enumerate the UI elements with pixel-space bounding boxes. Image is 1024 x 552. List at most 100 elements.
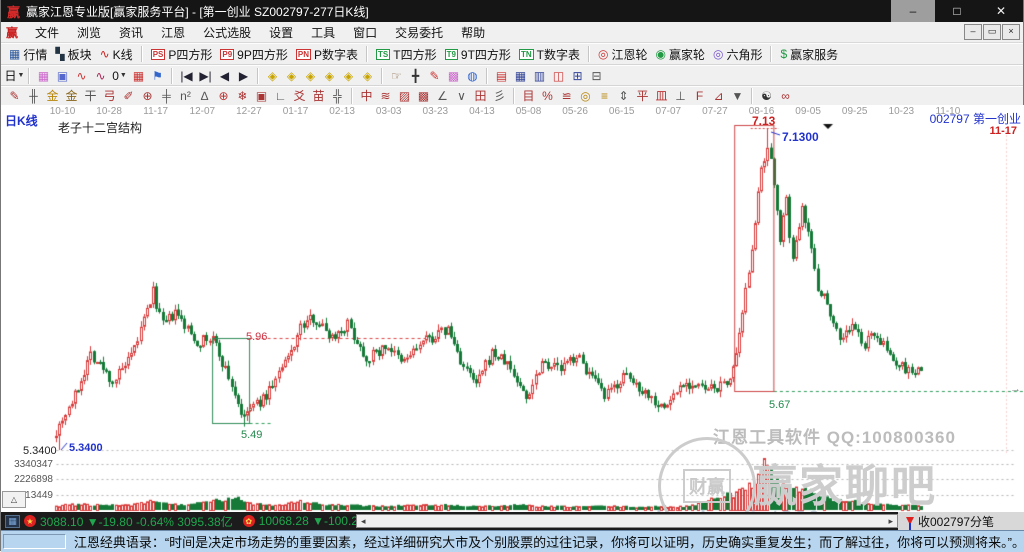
perpendicular-tool[interactable]: ⊥ xyxy=(671,88,690,105)
red-grid-tool[interactable]: ▦ xyxy=(129,67,148,84)
p-square-button[interactable]: PSP四方形 xyxy=(147,45,217,63)
shanghai-index-quote[interactable]: 3088.10 ▼-19.80 -0.64% 3095.38亿 xyxy=(40,513,233,530)
t-line-tool[interactable]: 干 xyxy=(81,88,100,105)
menu-item-2[interactable]: 浏览 xyxy=(68,22,110,42)
p-number-table-button[interactable]: PNP数字表 xyxy=(292,45,362,63)
menu-item-8[interactable]: 窗口 xyxy=(344,22,386,42)
time-circle-tool[interactable]: ⊕ xyxy=(138,88,157,105)
t-square-button[interactable]: TST四方形 xyxy=(372,45,441,63)
lines-tool[interactable]: 彡 xyxy=(490,88,509,105)
plate-tool[interactable]: 皿 xyxy=(652,88,671,105)
infinity-tool[interactable]: ∞ xyxy=(776,88,795,105)
kline-mark-down-tool[interactable]: ∿ xyxy=(91,67,110,84)
gann-diamond-tool-2[interactable]: ◈ xyxy=(282,67,301,84)
golden-stack-tool-2[interactable]: 金 xyxy=(62,88,81,105)
mdi-close-button[interactable]: × xyxy=(1002,24,1020,40)
calendar-icon[interactable]: ▤ xyxy=(492,67,511,84)
window-minimize-button[interactable]: – xyxy=(891,0,935,22)
marker-tool[interactable]: ✎ xyxy=(425,67,444,84)
measure-tool[interactable]: ╫ xyxy=(24,88,43,105)
p9-square-button[interactable]: P99P四方形 xyxy=(216,45,291,63)
bracket-tool[interactable]: ╬ xyxy=(328,88,347,105)
quote-grid-icon[interactable]: ▦ xyxy=(5,515,20,528)
web-tool[interactable]: ▩ xyxy=(444,67,463,84)
gann-fan-tool[interactable]: ∠ xyxy=(433,88,452,105)
menu-item-6[interactable]: 设置 xyxy=(260,22,302,42)
balance-tool[interactable]: 平 xyxy=(633,88,652,105)
target-tool[interactable]: ⊕ xyxy=(214,88,233,105)
menu-item-9[interactable]: 交易委托 xyxy=(386,22,452,42)
gann-diamond-tool-3[interactable]: ◈ xyxy=(301,67,320,84)
gann-diamond-tool-6[interactable]: ◈ xyxy=(358,67,377,84)
t-number-table-button[interactable]: TNT数字表 xyxy=(515,45,584,63)
pattern-window-tool[interactable]: ▦ xyxy=(34,67,53,84)
menu-item-10[interactable]: 帮助 xyxy=(452,22,494,42)
winner-service-button[interactable]: $赢家服务 xyxy=(776,45,842,63)
scrollbar-left-arrow[interactable]: ◂ xyxy=(357,516,370,527)
nav-first-button[interactable]: |◀ xyxy=(177,67,196,84)
chart-horizontal-scrollbar[interactable]: ◂ ▸ xyxy=(356,514,898,528)
kline-mark-up-tool[interactable]: ∿ xyxy=(72,67,91,84)
nav-last-button[interactable]: ▶| xyxy=(196,67,215,84)
gann-diamond-tool-4[interactable]: ◈ xyxy=(320,67,339,84)
circle-tool[interactable]: ◍ xyxy=(463,67,482,84)
flag-tool[interactable]: ⚑ xyxy=(148,67,167,84)
hatch-tool[interactable]: ▨ xyxy=(395,88,414,105)
pen2-tool[interactable]: ✐ xyxy=(119,88,138,105)
menu-item-1[interactable]: 文件 xyxy=(26,22,68,42)
mesh-tool[interactable]: ▩ xyxy=(414,88,433,105)
hand-tool[interactable]: ☞ xyxy=(387,67,406,84)
angle-tool[interactable]: ∆ xyxy=(195,88,214,105)
zigzag-tool[interactable]: ∨ xyxy=(452,88,471,105)
hexagon-button[interactable]: ◎六角形 xyxy=(709,45,767,63)
nav-next-button[interactable]: ▶ xyxy=(234,67,253,84)
grid2-tool[interactable]: ╪ xyxy=(157,88,176,105)
percent-tool[interactable]: % xyxy=(538,88,557,105)
center-tool[interactable]: 中 xyxy=(357,88,376,105)
menu-item-5[interactable]: 公式选股 xyxy=(194,22,260,42)
scrollbar-right-arrow[interactable]: ▸ xyxy=(884,516,897,527)
star-tool[interactable]: ❄ xyxy=(233,88,252,105)
levels-tool[interactable]: ≡ xyxy=(595,88,614,105)
pane-collapse-button[interactable]: △ xyxy=(2,491,26,508)
period-selector[interactable]: 日▼ xyxy=(5,67,24,84)
gann-diamond-tool-5[interactable]: ◈ xyxy=(339,67,358,84)
gann-wheel-button[interactable]: ◎江恩轮 xyxy=(594,45,652,63)
menu-item-3[interactable]: 资讯 xyxy=(110,22,152,42)
gann-diamond-tool-1[interactable]: ◈ xyxy=(263,67,282,84)
mdi-restore-button[interactable]: ▭ xyxy=(983,24,1001,40)
tick-data-label[interactable]: 收002797分笔 xyxy=(918,513,994,530)
stretch-tool[interactable]: ⇕ xyxy=(614,88,633,105)
yinyang-tool[interactable]: ☯ xyxy=(757,88,776,105)
square-number-tool[interactable]: n² xyxy=(176,88,195,105)
menu-item-7[interactable]: 工具 xyxy=(302,22,344,42)
drop-tool[interactable]: ▼ xyxy=(728,88,747,105)
digit-selector[interactable]: 0▼ xyxy=(110,67,129,84)
menu-item-4[interactable]: 江恩 xyxy=(152,22,194,42)
nav-prev-button[interactable]: ◀ xyxy=(215,67,234,84)
t9-square-button[interactable]: T99T四方形 xyxy=(441,45,515,63)
chart-panel[interactable]: 10-1010-2811-1712-0712-2701-1702-1303-03… xyxy=(1,105,1024,512)
window-icon[interactable]: ⊟ xyxy=(587,67,606,84)
arc-tool[interactable]: 弓 xyxy=(100,88,119,105)
kline-button[interactable]: ∿K线 xyxy=(96,45,137,63)
field-tool[interactable]: 田 xyxy=(471,88,490,105)
mdi-minimize-button[interactable]: – xyxy=(964,24,982,40)
yao-tool[interactable]: 爻 xyxy=(290,88,309,105)
corner-tool[interactable]: ∟ xyxy=(271,88,290,105)
window-close-button[interactable]: ✕ xyxy=(979,0,1023,22)
ratio-tool[interactable]: ≌ xyxy=(557,88,576,105)
calculator-icon[interactable]: ▦ xyxy=(511,67,530,84)
slope-tool[interactable]: ⊿ xyxy=(709,88,728,105)
golden-ratio-tool[interactable]: ◎ xyxy=(576,88,595,105)
box-tool[interactable]: ▣ xyxy=(252,88,271,105)
seed-tool[interactable]: 苗 xyxy=(309,88,328,105)
clipboard-tool[interactable]: ▣ xyxy=(53,67,72,84)
crosshair-tool[interactable]: ╋ xyxy=(406,67,425,84)
sectors-button[interactable]: ▚板块 xyxy=(51,45,95,63)
device-icon[interactable]: ⊞ xyxy=(568,67,587,84)
winner-wheel-button[interactable]: ◉赢家轮 xyxy=(651,45,709,63)
window-maximize-button[interactable]: □ xyxy=(935,0,979,22)
wave-tool[interactable]: ≋ xyxy=(376,88,395,105)
pen-tool[interactable]: ✎ xyxy=(5,88,24,105)
